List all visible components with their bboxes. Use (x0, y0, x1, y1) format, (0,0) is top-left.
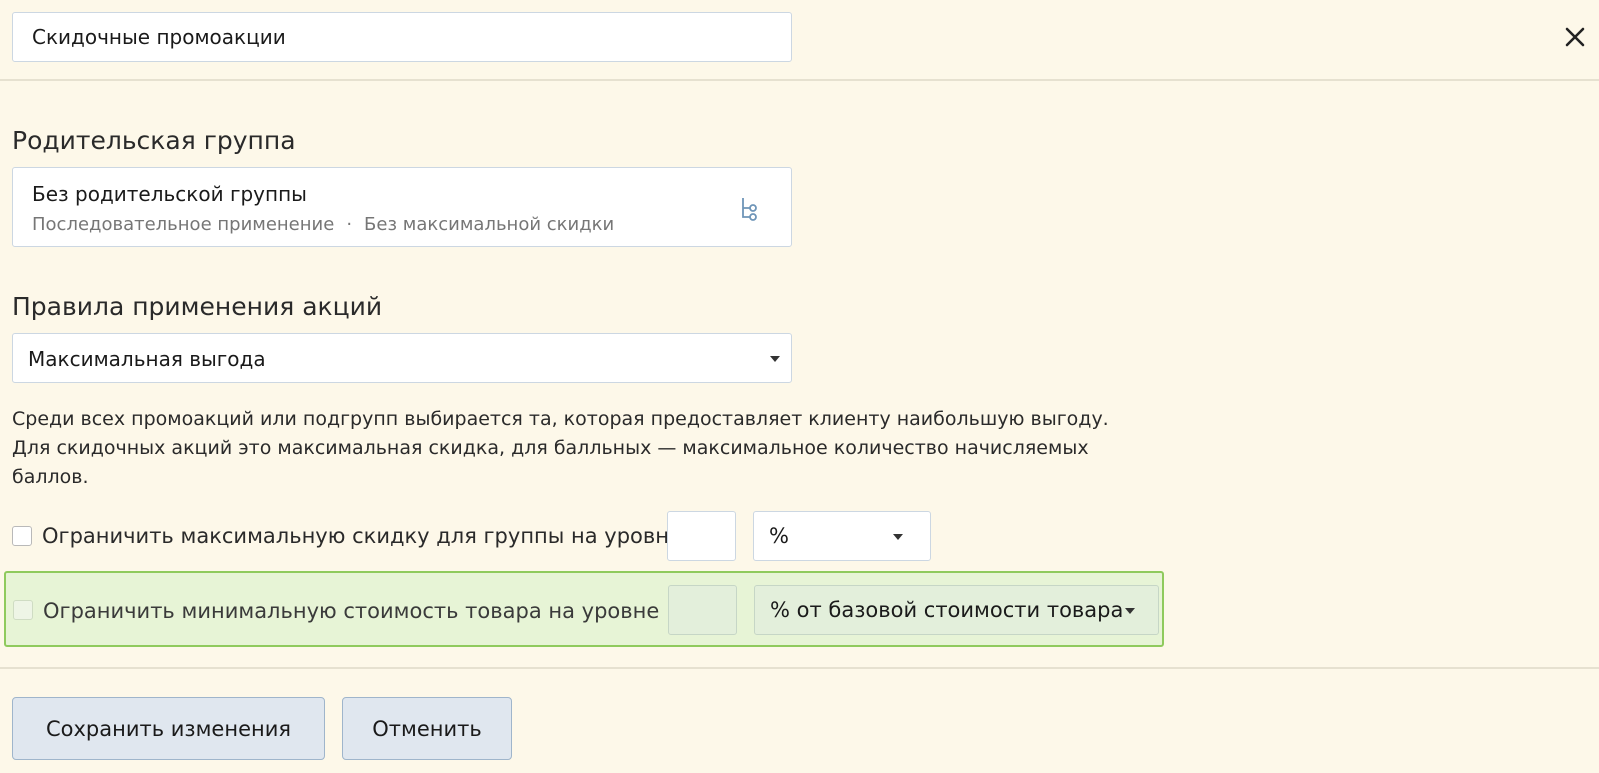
save-changes-button[interactable]: Сохранить изменения (12, 697, 325, 760)
header-divider (0, 79, 1599, 81)
parent-group-mode: Последовательное применение (32, 214, 335, 235)
max-discount-row: Ограничить максимальную скидку для групп… (12, 511, 932, 561)
group-name-input[interactable] (12, 12, 792, 62)
parent-group-selector[interactable]: Без родительской группы Последовательное… (12, 167, 792, 247)
max-discount-checkbox[interactable] (12, 526, 32, 546)
tree-structure-icon[interactable] (739, 196, 759, 222)
cancel-button[interactable]: Отменить (342, 697, 512, 760)
promo-group-edit-form: Родительская группа Без родительской гру… (0, 0, 1599, 773)
parent-group-label: Родительская группа (12, 126, 296, 155)
description-line: Для скидочных акций это максимальная ски… (12, 437, 1089, 459)
min-price-unit-select[interactable]: % от базовой стоимости товара (754, 585, 1159, 635)
chevron-down-icon (893, 534, 903, 540)
rules-select-value: Максимальная выгода (28, 347, 266, 371)
close-button[interactable] (1560, 22, 1590, 52)
rules-label: Правила применения акций (12, 292, 383, 321)
parent-group-details: Последовательное применение · Без максимал… (32, 214, 614, 235)
details-separator: · (346, 214, 353, 235)
description-line: баллов. (12, 466, 89, 488)
description-line: Среди всех промоакций или подгрупп выбир… (12, 408, 1109, 430)
parent-group-title: Без родительской группы (32, 182, 307, 206)
chevron-down-icon (1125, 608, 1135, 614)
min-price-row: Ограничить минимальную стоимость товара … (4, 571, 1164, 647)
max-discount-unit-select[interactable]: % (753, 511, 931, 561)
max-discount-unit-value: % (769, 524, 789, 548)
rules-select[interactable]: Максимальная выгода (12, 333, 792, 383)
footer-divider (0, 667, 1599, 669)
rules-description: Среди всех промоакций или подгрупп выбир… (12, 405, 1172, 492)
min-price-value-input[interactable] (668, 585, 737, 635)
min-price-unit-value: % от базовой стоимости товара (770, 598, 1124, 622)
min-price-label[interactable]: Ограничить минимальную стоимость товара … (43, 599, 659, 623)
chevron-down-icon (770, 356, 780, 362)
close-icon (1565, 27, 1585, 47)
min-price-checkbox[interactable] (13, 600, 33, 620)
max-discount-value-input[interactable] (667, 511, 736, 561)
parent-group-max-discount: Без максимальной скидки (364, 214, 615, 235)
max-discount-label[interactable]: Ограничить максимальную скидку для групп… (42, 524, 682, 548)
